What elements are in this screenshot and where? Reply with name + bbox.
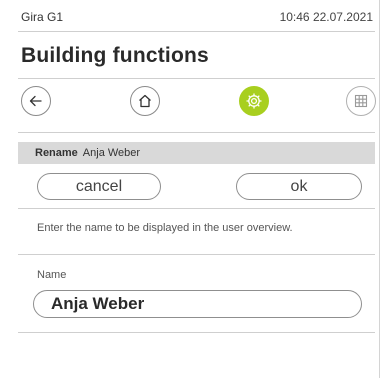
device-screen: Gira G1 10:46 22.07.2021 Building functi… bbox=[0, 0, 380, 378]
back-button[interactable] bbox=[21, 86, 51, 116]
divider bbox=[18, 254, 375, 255]
name-field-label: Name bbox=[37, 269, 67, 281]
back-arrow-icon bbox=[29, 95, 42, 107]
settings-gear-icon bbox=[246, 93, 262, 109]
divider bbox=[18, 208, 375, 209]
device-name: Gira G1 bbox=[21, 10, 64, 24]
divider bbox=[18, 78, 375, 79]
page-title: Building functions bbox=[21, 44, 209, 67]
status-bar: Gira G1 10:46 22.07.2021 bbox=[21, 10, 373, 28]
rename-label: Rename bbox=[35, 147, 78, 159]
grid-button[interactable] bbox=[346, 86, 376, 116]
divider bbox=[18, 132, 375, 133]
home-icon bbox=[139, 94, 151, 108]
divider bbox=[18, 332, 375, 333]
name-input[interactable]: Anja Weber bbox=[33, 290, 362, 318]
home-button[interactable] bbox=[130, 86, 160, 116]
cancel-button[interactable]: cancel bbox=[37, 173, 161, 200]
hint-text: Enter the name to be displayed in the us… bbox=[37, 222, 293, 234]
grid-icon bbox=[354, 94, 368, 108]
divider bbox=[18, 31, 375, 32]
datetime: 10:46 22.07.2021 bbox=[279, 10, 373, 24]
ok-button[interactable]: ok bbox=[236, 173, 362, 200]
settings-button[interactable] bbox=[239, 86, 269, 116]
rename-header: Rename Anja Weber bbox=[18, 142, 375, 164]
navigation-bar bbox=[18, 86, 376, 122]
rename-current-name: Anja Weber bbox=[82, 147, 141, 159]
